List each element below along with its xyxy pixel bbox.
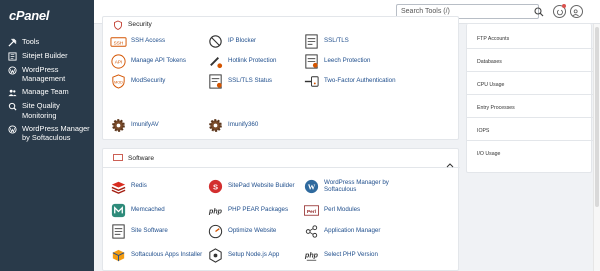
manage-api-tokens[interactable]: API Manage API Tokens — [109, 51, 186, 71]
stat-databases: Databases — [477, 59, 502, 65]
panel-title: Security — [128, 21, 152, 28]
ssl-tls-status[interactable]: SSL/TLS Status — [206, 71, 272, 91]
scrollbar[interactable] — [593, 24, 600, 271]
redis[interactable]: Redis — [109, 176, 147, 196]
sidebar-item-label: WordPress Manager by Softaculous — [22, 123, 90, 143]
setup-nodejs-app[interactable]: Setup Node.js App — [206, 245, 279, 265]
hotlink-icon — [206, 52, 224, 70]
gear-icon — [206, 116, 224, 134]
divider — [467, 23, 593, 24]
divider — [467, 48, 593, 49]
leech-icon — [302, 52, 320, 70]
sidebar-item-sitejet-builder[interactable]: Sitejet Builder — [0, 50, 94, 64]
sidebar-item-site-quality-monitoring[interactable]: Site Quality Monitoring — [0, 100, 94, 122]
software-header[interactable]: Software — [103, 149, 460, 168]
php-icon: php — [206, 201, 224, 219]
ssh-icon: SSH — [109, 32, 127, 50]
optimize-website[interactable]: Optimize Website — [206, 221, 276, 241]
redis-icon — [109, 177, 127, 195]
sidebar-item-wordpress-management[interactable]: WordPress Management — [0, 64, 94, 86]
softaculous-apps-installer[interactable]: Softaculous Apps Installer — [109, 245, 202, 265]
divider — [467, 94, 593, 95]
tools-icon — [8, 38, 19, 47]
sidebar-nav: Tools Sitejet Builder WordPress Manageme… — [0, 36, 94, 145]
sidebar-item-manage-team[interactable]: Manage Team — [0, 86, 94, 100]
svg-text:Perl: Perl — [307, 208, 316, 214]
sitepad-website-builder[interactable]: S SitePad Website Builder — [206, 176, 295, 196]
stat-io-usage: I/O Usage — [477, 151, 501, 157]
svg-text:MOD: MOD — [114, 80, 123, 84]
divider — [467, 71, 593, 72]
stat-iops: IOPS — [477, 128, 490, 134]
sidebar-item-tools[interactable]: Tools — [0, 36, 94, 50]
notification-badge — [562, 4, 566, 8]
ssh-access[interactable]: SSH SSH Access — [109, 31, 165, 51]
user-menu-button[interactable] — [570, 5, 583, 18]
hotlink-protection[interactable]: Hotlink Protection — [206, 51, 277, 71]
sidebar-item-label: Sitejet Builder — [22, 51, 68, 60]
site-software-icon — [109, 222, 127, 240]
optimize-icon — [206, 222, 224, 240]
site-software[interactable]: Site Software — [109, 221, 168, 241]
cpanel-logo[interactable]: cPanel — [9, 8, 49, 23]
software-icon — [113, 154, 123, 161]
sidebar-item-label: Tools — [22, 37, 40, 46]
sidebar: cPanel Tools Sitejet Builder WordPress M… — [0, 0, 94, 271]
modsecurity[interactable]: MOD ModSecurity — [109, 71, 165, 91]
svg-text:S: S — [212, 182, 217, 191]
wordpress-icon: W — [302, 177, 320, 195]
ssl-icon — [302, 32, 320, 50]
php-icon: php — [302, 246, 320, 264]
leech-protection[interactable]: Leech Protection — [302, 51, 370, 71]
search-icon[interactable] — [532, 4, 546, 19]
memcached[interactable]: Memcached — [109, 200, 165, 220]
nodejs-icon — [206, 246, 224, 264]
sidebar-item-label: Manage Team — [22, 87, 69, 97]
svg-text:API: API — [114, 59, 122, 65]
wordpress-icon — [8, 125, 19, 134]
sidebar-item-label: WordPress Management — [22, 65, 66, 84]
softaculous-icon — [109, 246, 127, 264]
select-php-version[interactable]: php Select PHP Version — [302, 245, 378, 265]
api-icon: API — [109, 52, 127, 70]
modsecurity-icon: MOD — [109, 72, 127, 90]
svg-text:W: W — [307, 182, 315, 191]
ip-blocker-icon — [206, 32, 224, 50]
memcached-icon — [109, 201, 127, 219]
gear-icon — [109, 116, 127, 134]
php-pear-packages[interactable]: php PHP PEAR Packages — [206, 200, 289, 220]
imunify360[interactable]: Imunify360 — [206, 115, 258, 135]
ssl-tls[interactable]: SSL/TLS — [302, 31, 349, 51]
sitepad-icon: S — [206, 177, 224, 195]
shield-icon — [113, 20, 123, 30]
application-manager-icon — [302, 222, 320, 240]
wordpress-manager-by-softaculous[interactable]: W WordPress Manager by Softaculous — [302, 176, 396, 196]
svg-text:SSH: SSH — [113, 40, 123, 46]
team-icon — [8, 88, 19, 97]
perl-icon: Perl — [302, 201, 320, 219]
two-factor-icon — [302, 72, 320, 90]
svg-text:php: php — [208, 207, 223, 215]
stat-entry-processes: Entry Processes — [477, 105, 515, 111]
statistics-panel: FTP Accounts Databases CPU Usage Entry P… — [466, 23, 593, 173]
chevron-up-icon[interactable] — [446, 155, 454, 173]
ip-blocker[interactable]: IP Blocker — [206, 31, 256, 51]
perl-modules[interactable]: Perl Perl Modules — [302, 200, 360, 220]
divider — [467, 117, 593, 118]
monitoring-icon — [8, 102, 19, 111]
scrollbar-thumb[interactable] — [595, 27, 599, 207]
sidebar-item-label: Site Quality Monitoring — [22, 101, 60, 120]
panel-title: Software — [128, 155, 155, 162]
imunifyav[interactable]: ImunifyAV — [109, 115, 159, 135]
stat-cpu-usage: CPU Usage — [477, 82, 505, 88]
svg-text:php: php — [304, 251, 319, 259]
sidebar-item-wordpress-manager[interactable]: WordPress Manager by Softaculous — [0, 123, 94, 145]
two-factor-authentication[interactable]: Two-Factor Authentication — [302, 71, 396, 91]
sitejet-icon — [8, 52, 19, 61]
divider — [467, 140, 593, 141]
wordpress-icon — [8, 66, 19, 75]
ssl-status-icon — [206, 72, 224, 90]
stat-ftp-accounts: FTP Accounts — [477, 36, 510, 42]
application-manager[interactable]: Application Manager — [302, 221, 380, 241]
